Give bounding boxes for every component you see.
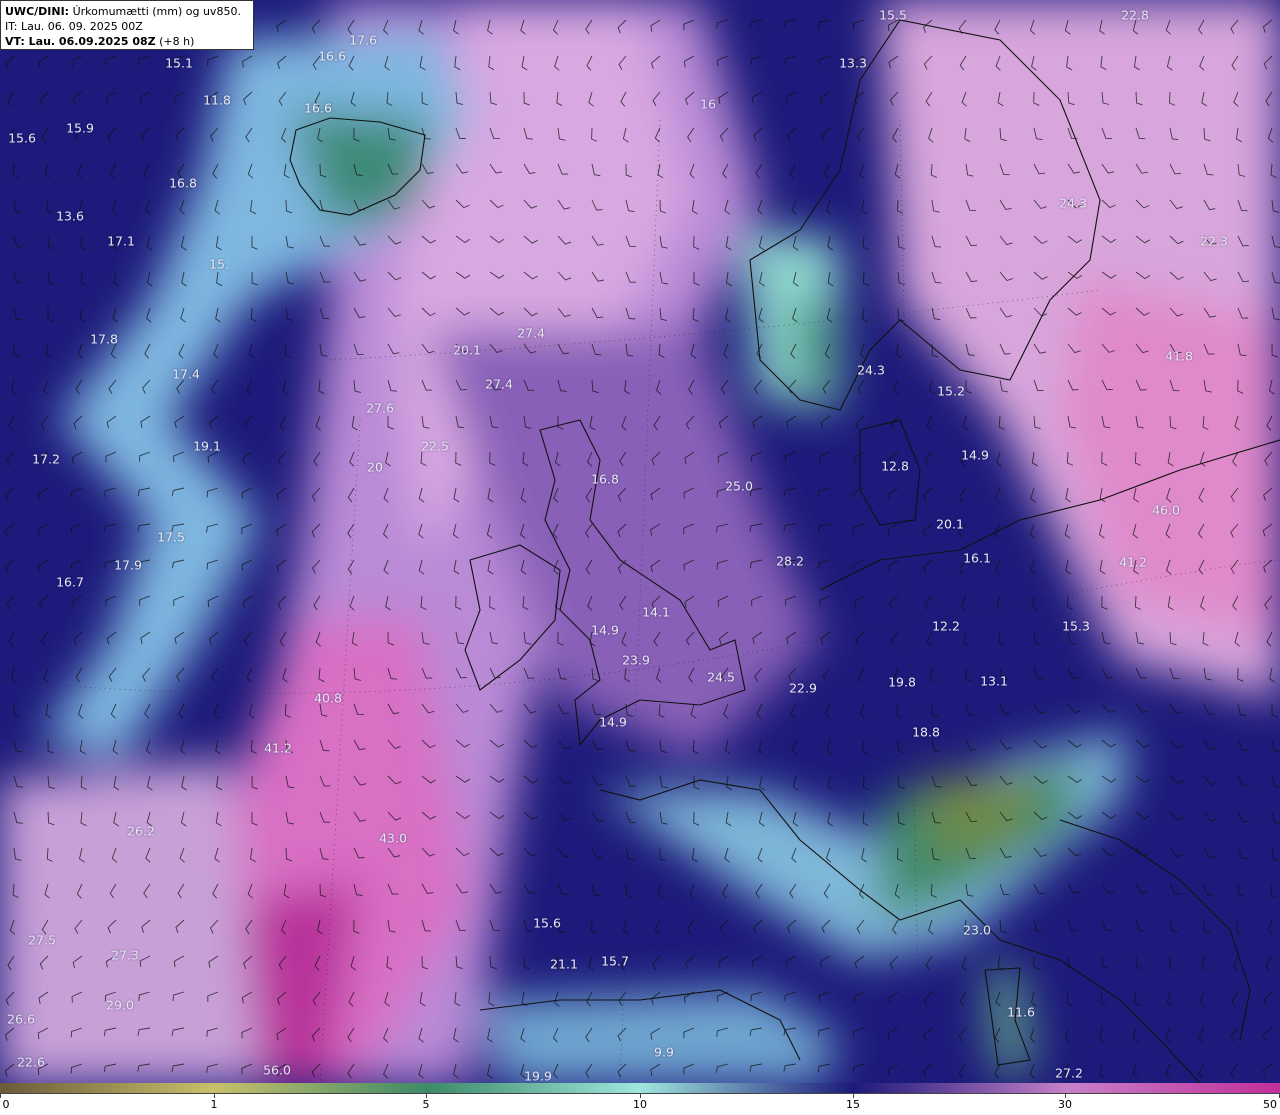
value-label: 20.1 [453, 342, 481, 358]
value-label: 11.6 [1007, 1004, 1035, 1020]
value-label: 24.3 [1059, 195, 1087, 211]
value-label: 16.7 [56, 574, 84, 590]
valid-time: VT: Lau. 06.09.2025 08Z [5, 35, 156, 48]
value-label: 20.1 [936, 516, 964, 532]
colorbar-tick-label: 10 [633, 1098, 647, 1111]
value-label: 16.6 [304, 100, 332, 116]
value-label: 41.8 [1165, 348, 1193, 364]
value-label: 22.9 [789, 680, 817, 696]
value-label: 17.1 [107, 233, 135, 249]
value-label: 19.8 [888, 674, 916, 690]
value-label: 15.2 [937, 383, 965, 399]
value-label: 22.3 [1200, 233, 1228, 249]
value-label: 17.9 [114, 557, 142, 573]
value-label: 16.6 [318, 48, 346, 64]
value-label: 27.6 [366, 400, 394, 416]
value-label: 14.9 [961, 447, 989, 463]
precipitation-map: 17.6 15.1 16.6 11.8 16.6 15.6 15.9 16.8 13.6 17.1… [0, 0, 1280, 1083]
value-label: 15.6 [8, 130, 36, 146]
value-label: 17.2 [32, 451, 60, 467]
value-label: 12.8 [881, 458, 909, 474]
colorbar-tick-label: 30 [1058, 1098, 1072, 1111]
value-label: 27.5 [28, 932, 56, 948]
value-label: 9.9 [654, 1044, 674, 1060]
value-label: 46.0 [1152, 502, 1180, 518]
value-label: 27.2 [1055, 1065, 1083, 1081]
model-label: UWC/DINI: [5, 5, 70, 18]
value-label: 13.3 [839, 55, 867, 71]
value-label: 15.6 [533, 915, 561, 931]
colorbar-tick-label: 50 [1263, 1098, 1277, 1111]
value-label: 23.9 [622, 652, 650, 668]
value-label: 43.0 [379, 830, 407, 846]
value-label: 26.6 [7, 1011, 35, 1027]
value-label: 56.0 [263, 1062, 291, 1078]
value-label: 11.8 [203, 92, 231, 108]
value-label: 15.1 [165, 55, 193, 71]
value-label: 27.4 [485, 376, 513, 392]
value-label: 27.4 [517, 325, 545, 341]
issue-time: IT: Lau. 06. 09. 2025 00Z [5, 20, 143, 33]
value-label: 40.8 [314, 690, 342, 706]
value-label: 19.1 [193, 438, 221, 454]
value-label: 14.1 [642, 604, 670, 620]
colorbar-tick-label: 5 [422, 1098, 430, 1111]
value-label: 15.9 [66, 120, 94, 136]
value-label: 24.3 [857, 362, 885, 378]
value-label: 16.8 [169, 175, 197, 191]
value-label: 41.2 [264, 740, 292, 756]
value-label: 28.2 [776, 553, 804, 569]
value-label: 22.8 [1121, 7, 1149, 23]
value-label: 17.8 [90, 331, 118, 347]
value-label: 19.9 [524, 1068, 552, 1084]
value-label: 16 [700, 96, 716, 112]
colorbar-tick [0, 1094, 1, 1098]
value-label: 13.6 [56, 208, 84, 224]
value-label: 22.5 [421, 438, 449, 454]
value-label: 15.3 [1062, 618, 1090, 634]
value-label: 16.8 [591, 471, 619, 487]
value-label: 17.4 [172, 366, 200, 382]
value-label: 26.2 [127, 823, 155, 839]
colorbar-tick-label: 0 [2, 1098, 10, 1111]
value-label: 25.0 [725, 478, 753, 494]
value-label: 17.6 [349, 32, 377, 48]
valid-time-offset: (+8 h) [159, 35, 195, 48]
value-label: 24.5 [707, 669, 735, 685]
colorbar-tick-label: 15 [846, 1098, 860, 1111]
value-label: 14.9 [599, 714, 627, 730]
value-label: 27.3 [111, 947, 139, 963]
value-label: 15.5 [879, 7, 907, 23]
value-label: 41.2 [1119, 554, 1147, 570]
value-label: 16.1 [963, 550, 991, 566]
value-label: 12.2 [932, 618, 960, 634]
value-label: 21.1 [550, 956, 578, 972]
value-label: 14.9 [591, 622, 619, 638]
value-label: 15.7 [601, 953, 629, 969]
value-label: 22.6 [17, 1054, 45, 1070]
colorbar: 0 1 5 10 15 30 50 [0, 1083, 1280, 1115]
colorbar-tick-label: 1 [210, 1098, 218, 1111]
value-label: 29.0 [106, 997, 134, 1013]
value-label: 17.5 [157, 529, 185, 545]
map-title-box: UWC/DINI: Úrkomumætti (mm) og uv850. IT:… [0, 0, 254, 50]
description-label: Úrkomumætti (mm) og uv850. [72, 5, 241, 18]
value-label: 18.8 [912, 724, 940, 740]
map-background [0, 0, 1280, 1083]
value-label: 20 [367, 459, 383, 475]
value-label: 15. [209, 256, 229, 272]
value-label: 23.0 [963, 922, 991, 938]
value-label: 13.1 [980, 673, 1008, 689]
colorbar-strip [0, 1083, 1280, 1094]
